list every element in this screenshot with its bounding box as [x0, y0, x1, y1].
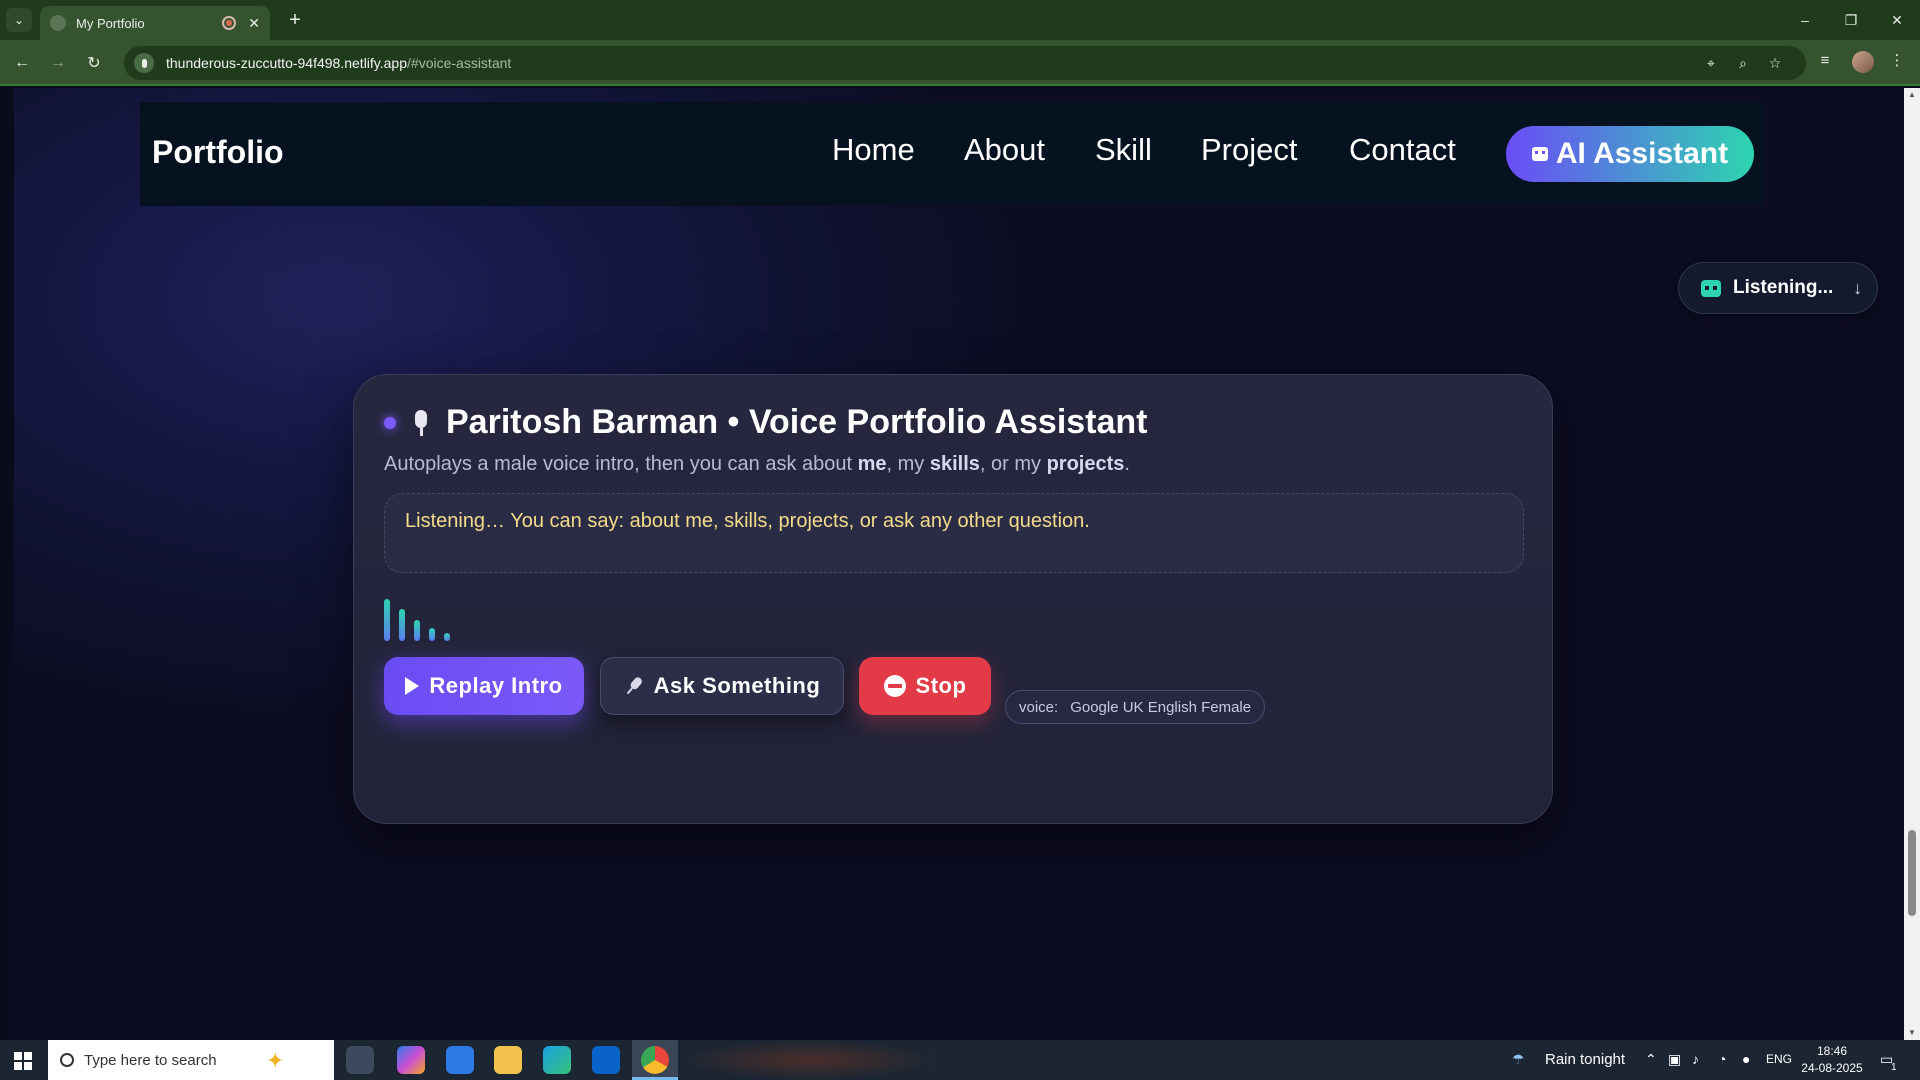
chrome-taskbar-item[interactable] — [632, 1040, 678, 1080]
favicon-icon — [50, 15, 66, 31]
page-scrollbar[interactable]: ▲ ▼ — [1904, 88, 1920, 1040]
assistant-subtitle: Autoplays a male voice intro, then you c… — [384, 453, 1130, 475]
url-path: /#voice-assistant — [407, 55, 512, 71]
nav-link-project[interactable]: Project — [1201, 132, 1297, 168]
page-viewport: Portfolio Home About Skill Project Conta… — [0, 88, 1904, 1040]
visualizer-bar — [399, 609, 405, 641]
browser-toolbar: ← → ↻ thunderous-zuccutto-94f498.netlify… — [0, 40, 1920, 86]
microphone-icon — [620, 672, 648, 700]
task-view-icon[interactable] — [346, 1046, 374, 1074]
tab-title: My Portfolio — [76, 15, 145, 31]
visualizer-bar — [444, 633, 450, 641]
restore-button[interactable]: ❐ — [1828, 0, 1874, 40]
store-icon[interactable] — [446, 1046, 474, 1074]
replay-intro-button[interactable]: Replay Intro — [384, 657, 584, 715]
close-window-button[interactable]: ✕ — [1874, 0, 1920, 40]
back-arrow-icon[interactable]: ← — [8, 49, 36, 77]
weather-rain-icon: ☂ — [1512, 1051, 1525, 1067]
transcript-box: Listening… You can say: about me, skills… — [384, 493, 1524, 573]
scroll-thumb[interactable] — [1908, 830, 1916, 916]
card-header: Paritosh Barman • Voice Portfolio Assist… — [384, 403, 1148, 442]
microphone-in-use-icon[interactable] — [134, 53, 154, 73]
windows-taskbar: Type here to search ✦ ☂ Rain tonight ⌃ ▣… — [0, 1040, 1920, 1080]
play-icon — [405, 677, 420, 695]
clock-date[interactable]: 24-08-2025 — [1800, 1061, 1864, 1075]
volume-icon[interactable]: ♪ — [1692, 1051, 1699, 1067]
copilot-icon[interactable] — [397, 1046, 425, 1074]
microphone-tray-icon[interactable]: ● — [1742, 1051, 1750, 1067]
file-explorer-icon[interactable] — [494, 1046, 522, 1074]
voice-value: Google UK English Female — [1070, 698, 1252, 716]
voice-label: voice: — [1019, 698, 1059, 716]
stop-button[interactable]: Stop — [859, 657, 991, 715]
no-entry-icon — [883, 675, 906, 697]
browser-menu-icon[interactable]: ⋮ — [1886, 49, 1908, 71]
ai-assistant-label: AI Assistant — [1555, 137, 1729, 170]
profile-avatar[interactable] — [1852, 51, 1874, 73]
voice-assistant-card: Paritosh Barman • Voice Portfolio Assist… — [353, 374, 1553, 824]
recording-indicator-icon — [222, 16, 237, 30]
visualizer-bar — [384, 599, 390, 641]
chrome-icon — [641, 1046, 669, 1074]
site-navbar: Portfolio Home About Skill Project Conta… — [140, 102, 1764, 206]
new-tab-button[interactable]: + — [282, 8, 308, 32]
replay-intro-label: Replay Intro — [429, 673, 563, 698]
reload-icon[interactable]: ↻ — [80, 49, 108, 77]
notification-count: 1 — [1891, 1062, 1897, 1073]
microphone-icon — [410, 408, 432, 438]
taskbar-search-placeholder: Type here to search — [84, 1051, 217, 1069]
assistant-title: Paritosh Barman • Voice Portfolio Assist… — [446, 403, 1148, 441]
voice-badge: voice: Google UK English Female — [1005, 690, 1266, 724]
edge-icon[interactable] — [543, 1046, 571, 1074]
tab-search-chevron-icon[interactable]: ⌄ — [6, 8, 32, 32]
chevron-up-icon[interactable]: ⌃ — [1645, 1051, 1657, 1068]
outlook-icon[interactable] — [592, 1046, 620, 1074]
copilot-sparkle-icon: ✦ — [266, 1048, 285, 1073]
ai-assistant-button[interactable]: AI Assistant — [1506, 126, 1754, 182]
location-pin-icon[interactable]: ⌖ — [1702, 54, 1720, 72]
robot-icon — [1531, 147, 1548, 161]
listening-label: Listening... — [1733, 277, 1834, 298]
ask-something-label: Ask Something — [653, 673, 821, 698]
nav-link-contact[interactable]: Contact — [1349, 132, 1456, 168]
media-control-icon[interactable]: ≡ — [1814, 49, 1836, 71]
zoom-icon[interactable]: ⌕ — [1734, 54, 1752, 72]
clock-time[interactable]: 18:46 — [1800, 1044, 1864, 1058]
taskbar-glow — [680, 1040, 940, 1080]
visualizer-bar — [429, 628, 435, 641]
taskbar-search-box[interactable]: Type here to search ✦ — [48, 1040, 334, 1080]
bookmark-star-icon[interactable]: ☆ — [1766, 54, 1784, 72]
robot-icon — [1701, 279, 1721, 297]
stop-label: Stop — [915, 673, 967, 698]
address-bar[interactable]: thunderous-zuccutto-94f498.netlify.app /… — [124, 46, 1806, 80]
meet-now-icon[interactable]: ▣ — [1668, 1051, 1681, 1068]
nav-link-skill[interactable]: Skill — [1095, 132, 1152, 168]
minimize-button[interactable]: – — [1782, 0, 1828, 40]
audio-visualizer — [384, 599, 464, 641]
nav-link-about[interactable]: About — [964, 132, 1045, 168]
forward-arrow-icon[interactable]: → — [44, 49, 72, 77]
scroll-down-icon[interactable]: ▼ — [1908, 1028, 1916, 1037]
scroll-up-icon[interactable]: ▲ — [1908, 90, 1916, 99]
ask-something-button[interactable]: Ask Something — [600, 657, 844, 715]
arrow-down-icon: ↓ — [1853, 277, 1863, 298]
listening-toggle[interactable]: Listening... ↓ — [1678, 262, 1878, 314]
windows-start-icon[interactable] — [14, 1052, 32, 1070]
url-host: thunderous-zuccutto-94f498.netlify.app — [166, 55, 408, 71]
tab-close-icon[interactable]: ✕ — [248, 15, 260, 32]
browser-tabstrip: ⌄ My Portfolio ✕ + – ❐ ✕ — [0, 0, 1920, 40]
status-message: Listening… You can say: about me, skills… — [405, 510, 1090, 532]
network-icon[interactable]: ◔ — [1718, 1051, 1726, 1067]
weather-text[interactable]: Rain tonight — [1545, 1051, 1625, 1068]
site-brand[interactable]: Portfolio — [152, 134, 284, 171]
search-icon — [60, 1053, 74, 1067]
nav-link-home[interactable]: Home — [832, 132, 915, 168]
language-indicator[interactable]: ENG — [1766, 1052, 1792, 1066]
visualizer-bar — [414, 620, 420, 641]
page-left-edge — [0, 88, 14, 1040]
status-dot-icon — [384, 416, 396, 429]
browser-tab[interactable]: My Portfolio ✕ — [40, 6, 270, 40]
